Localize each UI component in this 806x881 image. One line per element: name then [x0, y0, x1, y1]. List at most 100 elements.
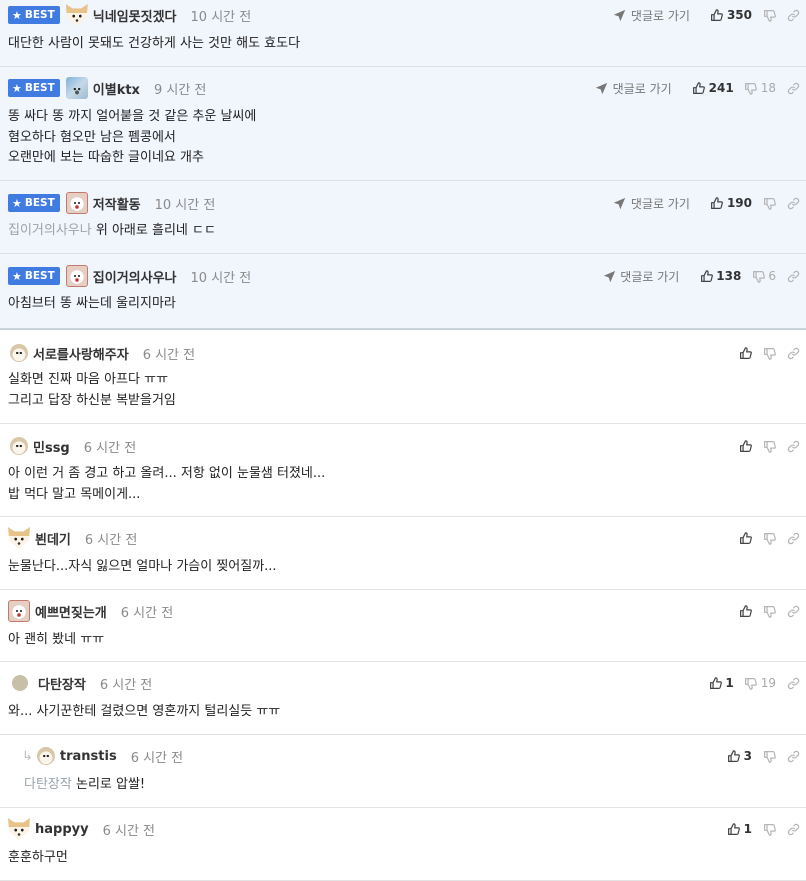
- author-nickname[interactable]: happyy: [35, 822, 89, 837]
- comment-body: 와... 사기꾼한테 걸렸으면 영혼까지 털리실듯 ㅠㅠ: [8, 704, 281, 719]
- best-label: BEST: [24, 82, 55, 94]
- like-button[interactable]: [738, 604, 752, 618]
- comment-time: 10 시간 전: [154, 197, 216, 213]
- reply-go-icon: [602, 269, 616, 283]
- avatar[interactable]: [8, 818, 30, 840]
- avatar[interactable]: [10, 344, 28, 362]
- comment-header: happyy 6 시간 전 1: [8, 817, 800, 841]
- comment-header: ★ BEST 이별ktx 9 시간 전 댓글로 가기 241 18: [8, 76, 800, 100]
- comment-item: happyy 6 시간 전 1 훈훈하구먼: [0, 808, 806, 881]
- share-link-button[interactable]: [786, 81, 800, 95]
- avatar[interactable]: [65, 192, 88, 214]
- author-nickname[interactable]: 뵌데기: [35, 529, 71, 548]
- star-icon: ★: [12, 196, 22, 210]
- author-nickname[interactable]: 예쁘면짖는개: [35, 602, 107, 621]
- comment-body: 눈물난다...자식 잃으면 얼마나 가슴이 찢어질까...: [8, 559, 277, 574]
- go-to-comment-link[interactable]: 댓글로 가기: [613, 7, 690, 24]
- comment-actions: 댓글로 가기 190: [613, 195, 800, 212]
- dislike-button[interactable]: [762, 346, 776, 360]
- comment-time: 9 시간 전: [153, 82, 207, 98]
- comment-item: ↳ transtis 6 시간 전 3 다탄장작 논리로 압쌀!: [0, 735, 806, 808]
- avatar[interactable]: [8, 527, 30, 549]
- like-button[interactable]: 1: [727, 822, 752, 836]
- comment-actions: 3: [717, 749, 800, 763]
- share-link-button[interactable]: [786, 749, 800, 763]
- mention-tag[interactable]: 집이거의사우나: [8, 223, 92, 238]
- author-nickname[interactable]: 민ssg: [33, 437, 70, 456]
- comment-time: 6 시간 전: [102, 823, 156, 839]
- star-icon: ★: [12, 269, 22, 283]
- share-link-button[interactable]: [786, 196, 800, 210]
- dislike-button[interactable]: [762, 531, 776, 545]
- best-badge: ★ BEST: [8, 267, 60, 285]
- dislike-button[interactable]: [762, 8, 776, 22]
- dislike-button[interactable]: [762, 749, 776, 763]
- go-to-comment-link[interactable]: 댓글로 가기: [595, 80, 672, 97]
- author-nickname[interactable]: 집이거의사우나: [93, 267, 177, 286]
- comment-time: 6 시간 전: [99, 677, 153, 693]
- share-link-button[interactable]: [786, 439, 800, 453]
- dislike-count: 6: [768, 269, 776, 283]
- like-button[interactable]: 241: [692, 81, 734, 95]
- comment-actions: 1 19: [698, 676, 800, 690]
- like-button[interactable]: [738, 439, 752, 453]
- dislike-button[interactable]: [762, 196, 776, 210]
- author-nickname[interactable]: 이별ktx: [93, 79, 140, 98]
- like-button[interactable]: 1: [708, 676, 734, 690]
- share-link-button[interactable]: [786, 346, 800, 360]
- comment-body: 아 괜히 봤네 ㅠㅠ: [8, 632, 105, 647]
- link-icon: [786, 269, 800, 283]
- like-button[interactable]: 3: [727, 749, 752, 763]
- comment-header: 민ssg 6 시간 전: [8, 434, 800, 458]
- dislike-button[interactable]: 6: [751, 269, 776, 283]
- link-icon: [786, 676, 800, 690]
- author-nickname[interactable]: 서로를사랑해주자: [33, 344, 129, 363]
- like-button[interactable]: [738, 531, 752, 545]
- avatar[interactable]: [10, 437, 28, 455]
- share-link-button[interactable]: [786, 676, 800, 690]
- thumbs-down-icon: [762, 8, 776, 22]
- author-nickname[interactable]: 저작활동: [93, 194, 141, 213]
- comment-actions: [728, 439, 800, 453]
- go-to-comment-link[interactable]: 댓글로 가기: [613, 195, 690, 212]
- avatar[interactable]: [65, 77, 88, 99]
- thumbs-up-icon: [710, 196, 724, 210]
- thumbs-up-icon: [710, 8, 724, 22]
- author-nickname[interactable]: transtis: [60, 749, 117, 764]
- like-count: 241: [708, 81, 734, 95]
- like-button[interactable]: 190: [710, 196, 752, 210]
- share-link-button[interactable]: [786, 822, 800, 836]
- comment-header: ★ BEST 닉네임못짓겠다 10 시간 전 댓글로 가기 350: [8, 3, 800, 27]
- share-link-button[interactable]: [786, 604, 800, 618]
- dislike-button[interactable]: [762, 439, 776, 453]
- dislike-button[interactable]: 18: [744, 81, 776, 95]
- reply-go-icon: [613, 8, 627, 22]
- dislike-button[interactable]: 19: [744, 676, 776, 690]
- go-to-comment-label: 댓글로 가기: [620, 269, 680, 284]
- share-link-button[interactable]: [786, 531, 800, 545]
- avatar[interactable]: [8, 600, 30, 622]
- avatar[interactable]: [36, 747, 55, 765]
- like-count: 1: [743, 822, 752, 836]
- author-nickname[interactable]: 닉네임못짓겠다: [93, 6, 177, 25]
- avatar[interactable]: [65, 4, 88, 26]
- dislike-button[interactable]: [762, 822, 776, 836]
- share-link-button[interactable]: [786, 8, 800, 22]
- comment-body: 논리로 압쌀!: [75, 777, 146, 792]
- comment-time: 6 시간 전: [83, 440, 137, 456]
- go-to-comment-link[interactable]: 댓글로 가기: [602, 268, 679, 285]
- share-link-button[interactable]: [786, 269, 800, 283]
- avatar[interactable]: [65, 265, 88, 287]
- mention-tag[interactable]: 다탄장작: [24, 777, 72, 792]
- like-button[interactable]: 138: [699, 269, 741, 283]
- reply-go-icon: [595, 81, 609, 95]
- dislike-button[interactable]: [762, 604, 776, 618]
- like-button[interactable]: 350: [710, 8, 752, 22]
- like-button[interactable]: [738, 346, 752, 360]
- author-nickname[interactable]: 다탄장작: [38, 674, 86, 693]
- thumbs-up-icon: [738, 604, 752, 618]
- comment-time: 10 시간 전: [190, 270, 252, 286]
- comment-header: ★ BEST 집이거의사우나 10 시간 전 댓글로 가기 138 6: [8, 264, 800, 288]
- avatar[interactable]: [12, 675, 28, 691]
- thumbs-up-icon: [708, 676, 722, 690]
